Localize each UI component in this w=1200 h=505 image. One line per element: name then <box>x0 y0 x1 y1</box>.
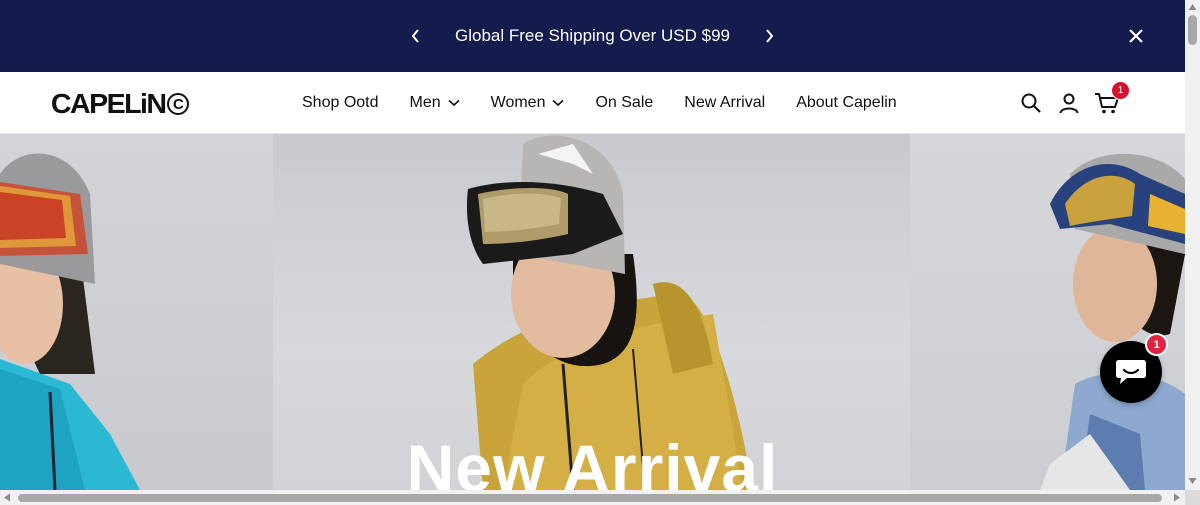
scroll-down-icon[interactable] <box>1188 477 1197 485</box>
nav-item-women[interactable]: Women <box>491 94 565 112</box>
announcement-close-button[interactable] <box>1124 24 1148 48</box>
vertical-scrollbar[interactable] <box>1185 0 1200 490</box>
logo-text: CAPELiN <box>50 88 167 119</box>
vertical-scroll-thumb[interactable] <box>1188 15 1197 45</box>
announcement-message: Global Free Shipping Over USD $99 <box>455 26 730 45</box>
nav-item-label: On Sale <box>595 94 654 111</box>
nav-item-on-sale[interactable]: On Sale <box>595 94 653 112</box>
chevron-left-icon <box>411 29 419 43</box>
horizontal-scroll-thumb[interactable] <box>18 494 1162 502</box>
nav-item-label: New Arrival <box>684 94 766 111</box>
search-icon <box>1021 93 1041 113</box>
chat-icon <box>1116 360 1146 384</box>
scroll-right-icon[interactable] <box>1173 493 1181 502</box>
chevron-down-icon <box>552 97 565 109</box>
hero-title: New Arrival <box>406 431 779 490</box>
logo-mark: C <box>167 93 190 115</box>
horizontal-scrollbar[interactable] <box>0 490 1185 505</box>
page: Global Free Shipping Over USD $99 CAPELi… <box>0 0 1200 505</box>
main-nav: Shop Ootd Men Women On Sale New Arrival <box>302 92 897 114</box>
announcement-next-button[interactable] <box>755 22 783 50</box>
site-header: CAPELiN C Shop Ootd Men Women On Sale Ne… <box>0 72 1185 134</box>
nav-item-new-arrival[interactable]: New Arrival <box>684 94 765 112</box>
nav-item-label: Shop Ootd <box>302 94 379 111</box>
account-button[interactable] <box>1056 90 1082 116</box>
scroll-up-icon[interactable] <box>1188 3 1197 11</box>
nav-item-about-capelin[interactable]: About Capelin <box>796 94 897 112</box>
close-icon <box>1129 29 1143 43</box>
scroll-left-icon[interactable] <box>3 493 11 502</box>
cart-button[interactable]: 1 <box>1094 81 1130 116</box>
nav-item-shop-ootd[interactable]: Shop Ootd <box>302 94 379 112</box>
cart-count-badge: 1 <box>1111 81 1130 100</box>
header-icons: 1 <box>1018 81 1130 116</box>
announcement-bar: Global Free Shipping Over USD $99 <box>0 0 1185 72</box>
search-button[interactable] <box>1018 90 1044 116</box>
account-icon <box>1059 93 1079 114</box>
nav-item-label: About Capelin <box>796 94 897 111</box>
logo[interactable]: CAPELiN C <box>50 88 190 120</box>
hero-banner[interactable]: New Arrival <box>0 134 1185 490</box>
chevron-right-icon <box>766 29 774 43</box>
nav-item-label: Men <box>409 94 441 111</box>
chat-unread-badge: 1 <box>1145 333 1168 356</box>
scrollbar-corner <box>1185 490 1200 505</box>
chevron-down-icon <box>448 97 460 109</box>
announcement-prev-button[interactable] <box>402 22 430 50</box>
nav-item-men[interactable]: Men <box>410 94 460 112</box>
nav-item-label: Women <box>490 94 546 111</box>
